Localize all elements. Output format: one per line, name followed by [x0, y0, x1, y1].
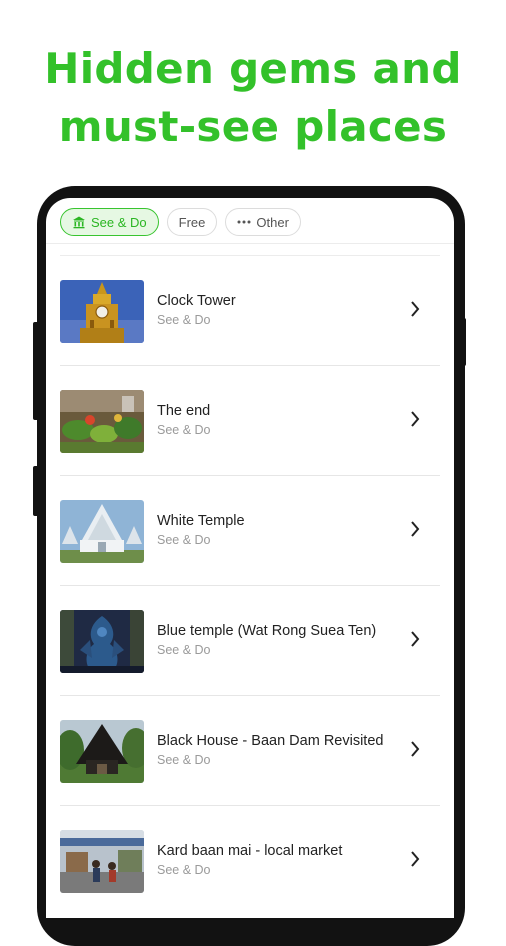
place-title: Kard baan mai - local market — [157, 843, 343, 859]
place-category: See & Do — [157, 753, 211, 767]
promo-headline: Hidden gems and must-see places — [0, 40, 506, 156]
place-category: See & Do — [157, 643, 211, 657]
place-category: See & Do — [157, 863, 211, 877]
chevron-right-icon — [410, 740, 420, 763]
chips-divider — [46, 243, 454, 244]
museum-icon — [72, 215, 86, 229]
place-thumbnail — [60, 390, 144, 453]
place-title: Clock Tower — [157, 293, 236, 309]
place-list-item[interactable]: White Temple See & Do — [60, 476, 440, 586]
chevron-right-icon — [410, 300, 420, 323]
place-title: Black House - Baan Dam Revisited — [157, 733, 384, 749]
headline-line-1: Hidden gems and — [44, 44, 462, 93]
place-thumbnail — [60, 720, 144, 783]
place-category: See & Do — [157, 313, 211, 327]
filter-chips: See & Do Free Other — [60, 207, 301, 237]
place-list-item[interactable]: Clock Tower See & Do — [60, 256, 440, 366]
place-list-item[interactable]: Blue temple (Wat Rong Suea Ten) See & Do — [60, 586, 440, 696]
place-thumbnail — [60, 280, 144, 343]
more-horizontal-icon — [237, 219, 251, 225]
phone-screen: See & Do Free Other Clock Tower See & Do… — [46, 198, 454, 918]
place-title: The end — [157, 403, 211, 419]
filter-chip-free[interactable]: Free — [166, 208, 218, 236]
phone-side-button — [33, 466, 39, 516]
filter-chip-label: Free — [178, 214, 206, 230]
filter-chip-label: Other — [256, 214, 289, 230]
chevron-right-icon — [410, 630, 420, 653]
place-list-item[interactable]: Black House - Baan Dam Revisited See & D… — [60, 696, 440, 806]
place-category: See & Do — [157, 533, 211, 547]
chevron-right-icon — [410, 520, 420, 543]
filter-chip-other[interactable]: Other — [225, 208, 301, 236]
place-thumbnail — [60, 610, 144, 673]
phone-power-button — [460, 318, 466, 366]
place-thumbnail — [60, 830, 144, 893]
place-list-item[interactable]: The end See & Do — [60, 366, 440, 476]
place-category: See & Do — [157, 423, 211, 437]
place-title: White Temple — [157, 513, 245, 529]
place-thumbnail — [60, 500, 144, 563]
chevron-right-icon — [410, 850, 420, 873]
headline-line-2: must-see places — [58, 102, 448, 151]
filter-chip-label: See & Do — [91, 214, 147, 230]
chevron-right-icon — [410, 410, 420, 433]
filter-chip-see-do[interactable]: See & Do — [60, 208, 159, 236]
phone-volume-button — [33, 322, 39, 420]
place-title: Blue temple (Wat Rong Suea Ten) — [157, 623, 377, 639]
